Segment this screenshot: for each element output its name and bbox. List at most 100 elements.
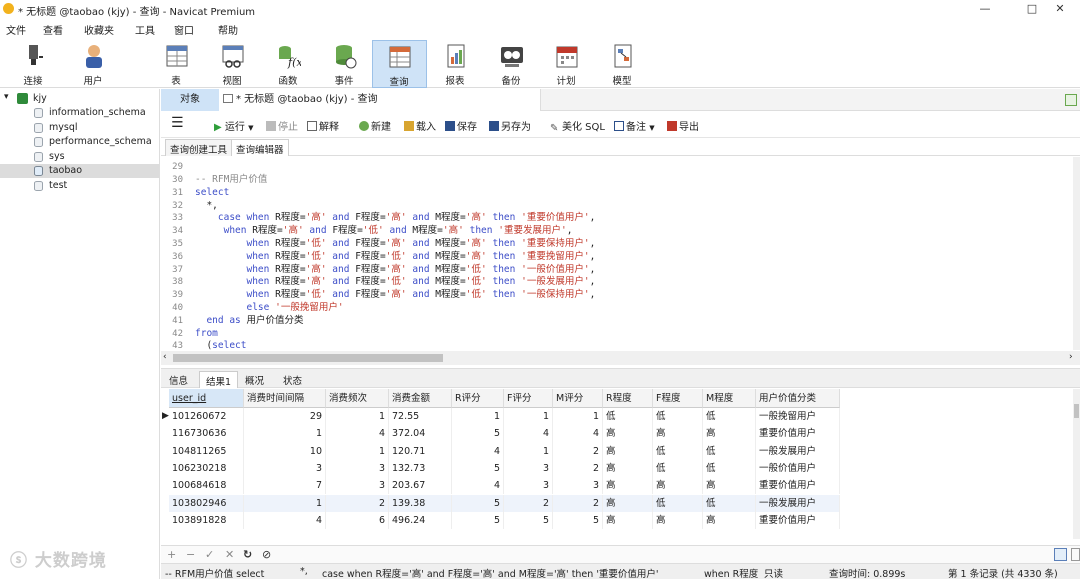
table-cell[interactable]: 3: [504, 477, 553, 495]
table-cell[interactable]: 高: [603, 477, 653, 495]
export-button[interactable]: 导出: [667, 118, 699, 133]
close-button[interactable]: ✕: [1040, 0, 1080, 18]
table-cell[interactable]: 1: [504, 408, 553, 426]
table-cell[interactable]: 高: [603, 511, 653, 530]
tree-db-sys[interactable]: sys: [0, 150, 159, 164]
table-cell[interactable]: 100684618: [169, 477, 244, 495]
table-cell[interactable]: 5: [553, 511, 603, 530]
toolbar-function-button[interactable]: f(x) 函数: [262, 40, 314, 88]
table-cell[interactable]: 一般发展用户: [756, 442, 840, 460]
tab-result-1[interactable]: 结果1: [199, 371, 239, 388]
table-cell[interactable]: 4: [452, 477, 504, 495]
column-header[interactable]: M程度: [703, 389, 756, 408]
table-row[interactable]: 103802946 1 2 139.38 5 2 2 高低低一般发展用户: [169, 494, 840, 512]
add-record-button[interactable]: +: [167, 548, 176, 561]
table-cell[interactable]: 132.73: [389, 459, 452, 478]
table-cell[interactable]: 5: [452, 494, 504, 512]
table-row[interactable]: 101260672 29 1 72.55 1 1 1 低低低一般挽留用户: [169, 408, 840, 426]
table-cell[interactable]: 5: [504, 511, 553, 530]
table-cell[interactable]: 高: [703, 511, 756, 530]
table-cell[interactable]: 高: [603, 459, 653, 478]
menu-view[interactable]: 查看: [43, 22, 63, 37]
tab-query[interactable]: * 无标题 @taobao (kjy) - 查询: [219, 89, 541, 111]
scrollbar-thumb[interactable]: [173, 354, 443, 362]
tree-db-taobao[interactable]: taobao: [0, 164, 159, 178]
hamburger-menu-icon[interactable]: ☰: [171, 115, 184, 131]
table-cell[interactable]: 2: [553, 459, 603, 478]
save-button[interactable]: 保存: [445, 118, 477, 133]
table-cell[interactable]: 重要价值用户: [756, 425, 840, 443]
menu-file[interactable]: 文件: [6, 22, 26, 37]
table-row[interactable]: 116730636 1 4 372.04 5 4 4 高高高重要价值用户: [169, 425, 840, 443]
table-cell[interactable]: 低: [603, 408, 653, 426]
refresh-button[interactable]: ↻: [243, 548, 252, 561]
stop-button[interactable]: 停止: [266, 118, 298, 133]
sql-editor[interactable]: 29 30 31 32 33 34 35 36 37 38 39 40 41 42 43 -- RFM用户价…: [161, 157, 1080, 350]
table-cell[interactable]: 高: [603, 494, 653, 512]
grid-vertical-scrollbar[interactable]: [1073, 389, 1080, 539]
menu-window[interactable]: 窗口: [174, 22, 194, 37]
table-cell[interactable]: 101260672: [169, 408, 244, 426]
table-row[interactable]: 100684618 7 3 203.67 4 3 3 高高高重要价值用户: [169, 477, 840, 495]
form-view-icon[interactable]: [1071, 548, 1080, 561]
toolbar-backup-button[interactable]: 备份: [485, 40, 537, 88]
table-cell[interactable]: 低: [653, 459, 703, 478]
table-cell[interactable]: 4: [553, 425, 603, 443]
toolbar-user-button[interactable]: 用户: [67, 40, 119, 88]
column-header[interactable]: M评分: [553, 389, 603, 408]
table-cell[interactable]: 低: [653, 442, 703, 460]
tab-status[interactable]: 状态: [277, 371, 308, 388]
table-cell[interactable]: 1: [244, 494, 326, 512]
table-cell[interactable]: 低: [653, 408, 703, 426]
table-cell[interactable]: 120.71: [389, 442, 452, 460]
table-cell[interactable]: 103891828: [169, 511, 244, 530]
column-header[interactable]: 消费频次: [326, 389, 389, 408]
discard-changes-button[interactable]: ✕: [225, 548, 234, 561]
table-cell[interactable]: 3: [504, 459, 553, 478]
table-cell[interactable]: 29: [244, 408, 326, 426]
column-header[interactable]: user_id: [169, 389, 244, 408]
run-button[interactable]: ▶ 运行 ▼: [214, 118, 253, 133]
tab-query-builder[interactable]: 查询创建工具: [165, 139, 233, 156]
table-cell[interactable]: 4: [244, 511, 326, 530]
table-cell[interactable]: 3: [326, 477, 389, 495]
table-cell[interactable]: 1: [504, 442, 553, 460]
toolbar-table-button[interactable]: 表: [150, 40, 202, 88]
table-cell[interactable]: 496.24: [389, 511, 452, 530]
table-cell[interactable]: 2: [504, 494, 553, 512]
table-cell[interactable]: 高: [603, 442, 653, 460]
table-cell[interactable]: 低: [653, 494, 703, 512]
explain-button[interactable]: 解释: [307, 118, 339, 133]
load-button[interactable]: 载入: [404, 118, 436, 133]
tree-db-test[interactable]: test: [0, 179, 159, 193]
table-cell[interactable]: 低: [703, 442, 756, 460]
table-cell[interactable]: 104811265: [169, 442, 244, 460]
toolbar-view-button[interactable]: 视图: [206, 40, 258, 88]
table-cell[interactable]: 10: [244, 442, 326, 460]
tab-profile[interactable]: 概况: [239, 371, 270, 388]
toolbar-event-button[interactable]: 事件: [318, 40, 370, 88]
table-cell[interactable]: 103802946: [169, 494, 244, 512]
table-cell[interactable]: 7: [244, 477, 326, 495]
table-cell[interactable]: 5: [452, 459, 504, 478]
table-cell[interactable]: 重要价值用户: [756, 511, 840, 530]
table-cell[interactable]: 106230218: [169, 459, 244, 478]
beautify-sql-button[interactable]: ✎ 美化 SQL: [550, 118, 605, 134]
column-header[interactable]: 消费金额: [389, 389, 452, 408]
table-cell[interactable]: 一般发展用户: [756, 494, 840, 512]
grid-view-icon[interactable]: [1054, 548, 1067, 561]
editor-horizontal-scrollbar[interactable]: ‹ ›: [161, 351, 1080, 365]
table-cell[interactable]: 2: [553, 494, 603, 512]
column-header[interactable]: 消费时间间隔: [244, 389, 326, 408]
toolbar-model-button[interactable]: 模型: [596, 40, 648, 88]
table-row[interactable]: 103891828 4 6 496.24 5 5 5 高高高重要价值用户: [169, 511, 840, 530]
new-button[interactable]: 新建: [359, 118, 391, 133]
table-cell[interactable]: 高: [603, 425, 653, 443]
stop-loading-button[interactable]: ⊘: [262, 548, 271, 561]
table-cell[interactable]: 1: [553, 408, 603, 426]
table-cell[interactable]: 高: [653, 425, 703, 443]
comment-button[interactable]: 备注 ▼: [614, 118, 655, 133]
table-cell[interactable]: 372.04: [389, 425, 452, 443]
toolbar-connect-button[interactable]: 连接: [7, 40, 59, 88]
add-tab-icon[interactable]: [1065, 94, 1077, 106]
